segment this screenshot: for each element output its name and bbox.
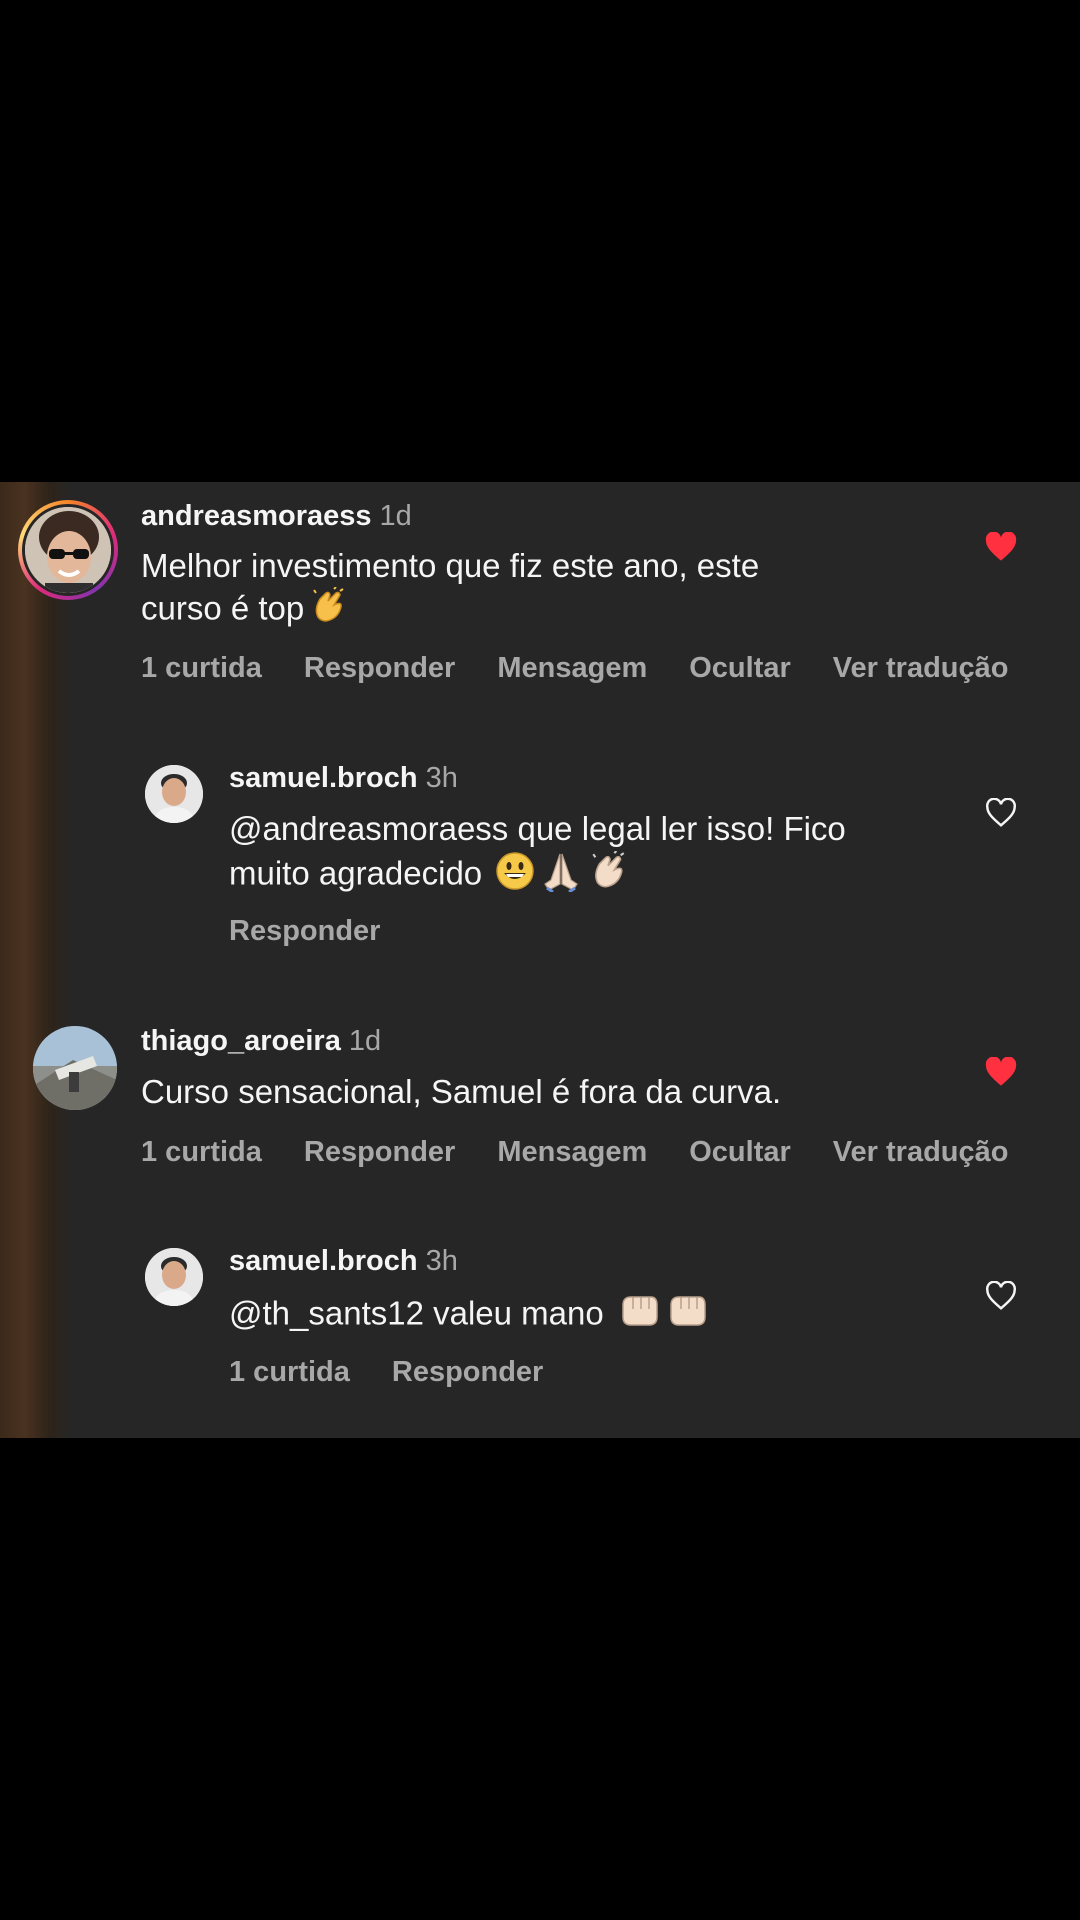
heart-filled-icon[interactable] (984, 532, 1018, 562)
comment-text: Curso sensacional, Samuel é fora da curv… (141, 1071, 781, 1113)
avatar[interactable] (18, 500, 118, 600)
reply-button[interactable]: Responder (392, 1356, 543, 1388)
comment-text-line: Curso sensacional, Samuel é fora da curv… (141, 1073, 782, 1110)
fist-bump-icon (665, 1291, 709, 1341)
folded-hands-icon (539, 850, 583, 902)
comment-actions: Responder (229, 915, 422, 948)
comment-text-line: @th_sants12 valeu mano (229, 1294, 604, 1332)
comment-actions: 1 curtida Responder Mensagem Ocultar Ver tra… (141, 1136, 1050, 1169)
comment-actions: 1 curtida Responder Mensagem Ocultar Ver tra… (141, 652, 1050, 685)
comment-username[interactable]: samuel.broch (229, 762, 418, 794)
avatar[interactable] (145, 1248, 203, 1306)
likes-count[interactable]: 1 curtida (229, 1356, 350, 1388)
comment-actions: 1 curtida Responder (229, 1356, 585, 1389)
avatar-photo (145, 1248, 203, 1306)
background-edge (0, 482, 70, 1438)
comment-time: 3h (425, 762, 458, 794)
comment-username[interactable]: thiago_aroeira (141, 1025, 341, 1057)
comment-time: 1d (348, 1025, 382, 1057)
comment-text-line: muito agradecido (229, 854, 483, 892)
comment-text: @andreasmoraess que legal ler isso! Fico… (229, 808, 846, 902)
reply-button[interactable]: Responder (304, 652, 455, 684)
avatar-photo (25, 507, 111, 593)
avatar[interactable] (145, 765, 203, 823)
comment-username[interactable]: samuel.broch (229, 1245, 418, 1277)
likes-count[interactable]: 1 curtida (141, 652, 262, 684)
comments-panel: andreasmoraess 1d Melhor investimento que… (0, 482, 1080, 1438)
grinning-face-icon (495, 851, 535, 901)
message-button[interactable]: Mensagem (497, 1136, 647, 1168)
fist-bump-icon (617, 1291, 661, 1341)
comment-time: 1d (379, 500, 412, 532)
reply-button[interactable]: Responder (304, 1136, 455, 1168)
heart-outline-icon[interactable] (984, 1281, 1018, 1311)
hide-button[interactable]: Ocultar (689, 1136, 791, 1168)
comment-text-line: @andreasmoraess que legal ler isso! Fico (229, 810, 846, 847)
avatar[interactable] (33, 1026, 117, 1110)
heart-outline-icon[interactable] (984, 798, 1018, 828)
comment-text: @th_sants12 valeu mano (229, 1291, 709, 1341)
heart-filled-icon[interactable] (984, 1057, 1018, 1087)
comment-text-line: curso é top (141, 589, 305, 627)
message-button[interactable]: Mensagem (497, 652, 647, 684)
avatar-photo (145, 765, 203, 823)
avatar-photo (33, 1026, 117, 1110)
comment-time: 3h (425, 1245, 458, 1277)
translate-button[interactable]: Ver tradução (833, 1136, 1009, 1168)
comment-text: Melhor investimento que fiz este ano, es… (141, 545, 759, 635)
clapping-hands-icon (587, 850, 629, 901)
comment-username[interactable]: andreasmoraess (141, 500, 372, 532)
likes-count[interactable]: 1 curtida (141, 1136, 262, 1168)
comment-text-line: Melhor investimento que fiz este ano, es… (141, 547, 760, 584)
clapping-hands-icon (308, 586, 348, 635)
reply-button[interactable]: Responder (229, 915, 380, 947)
translate-button[interactable]: Ver tradução (833, 652, 1009, 684)
hide-button[interactable]: Ocultar (689, 652, 791, 684)
